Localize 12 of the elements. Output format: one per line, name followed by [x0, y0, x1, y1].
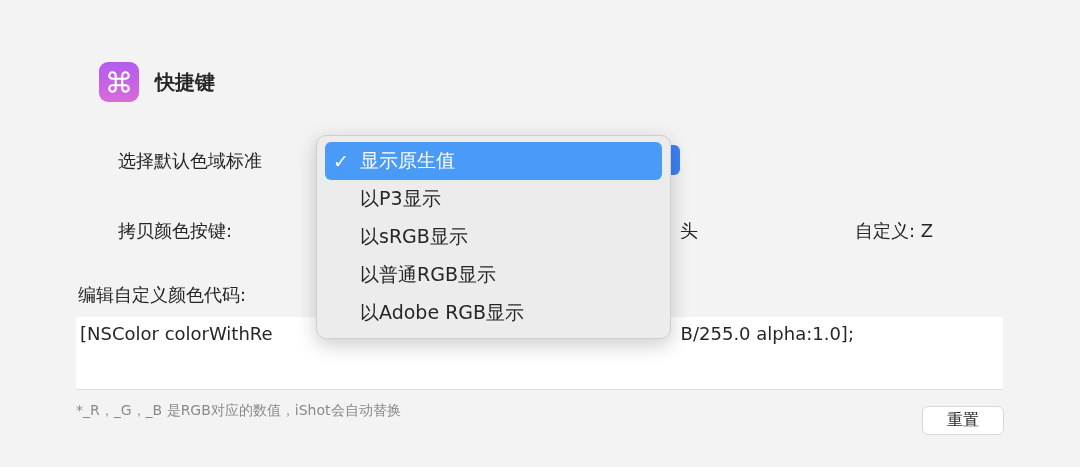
reset-button[interactable]: 重置 — [922, 406, 1004, 435]
menu-item[interactable]: 以P3显示 — [325, 180, 662, 218]
command-icon — [99, 62, 139, 102]
option-text: 头 — [680, 219, 699, 243]
section-title: 快捷键 — [155, 68, 215, 96]
custom-code-label: 编辑自定义颜色代码: — [78, 283, 247, 307]
menu-item[interactable]: 以sRGB显示 — [325, 218, 662, 256]
copy-key-label: 拷贝颜色按键: — [118, 219, 234, 243]
gamut-label: 选择默认色域标准 — [118, 149, 263, 173]
hint-text: *_R，_G，_B 是RGB对应的数值，iShot会自动替换 — [76, 402, 401, 420]
menu-item[interactable]: 以普通RGB显示 — [325, 256, 662, 294]
custom-key-option[interactable]: 自定义: Z — [855, 219, 1080, 243]
